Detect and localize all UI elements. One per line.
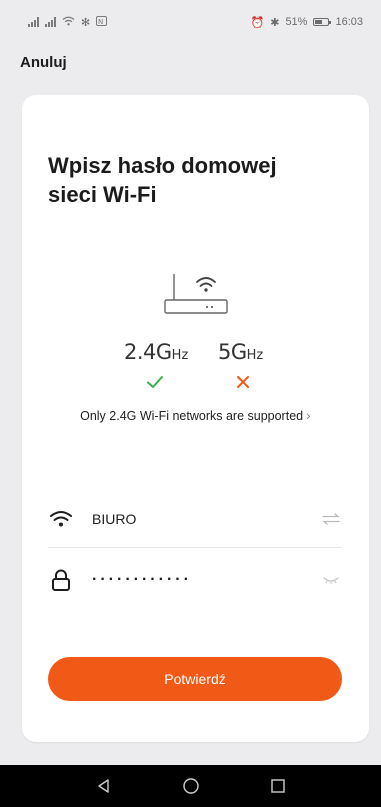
signal-icon [45,17,56,27]
check-icon [146,373,164,391]
lock-icon [48,567,74,593]
home-icon[interactable] [179,774,203,798]
clock: 16:03 [335,16,363,28]
switch-network-icon[interactable] [320,511,342,527]
navigation-bar [0,765,381,807]
band-2-4-value: 2.4G [124,340,172,364]
supported-networks-text: Only 2.4G Wi-Fi networks are supported [80,409,304,423]
status-bar: ✻ N ⏰ ✱ 51% 16:03 [0,0,381,44]
router-icon [161,270,231,318]
band-5-value: 5G [218,340,247,364]
battery-percent: 51% [285,16,308,28]
bluetooth-icon: ✱ [270,15,280,29]
ssid-input[interactable] [92,511,320,527]
band-2-4-unit: Hz [171,348,189,363]
ssid-field [48,491,342,548]
battery-icon [313,18,332,26]
alarm-icon: ⏰ [250,15,265,29]
wifi-icon [62,16,75,29]
status-left: ✻ N [28,15,108,29]
recents-icon[interactable] [266,774,290,798]
page-title: Wpisz hasło domowej sieci Wi-Fi [48,153,277,207]
status-right: ⏰ ✱ 51% 16:03 [251,16,363,29]
signal-icon [28,17,39,27]
nfc-icon: ✻ [81,15,91,29]
password-input[interactable] [92,571,320,589]
wifi-password-card: Wpisz hasło domowej sieci Wi-Fi 2.4GHz 5… [22,95,369,742]
cross-icon [234,373,252,391]
chevron-right-icon: › [306,409,311,423]
back-icon[interactable] [92,774,116,798]
screen: ✻ N ⏰ ✱ 51% 16:03 Anuluj Wpisz hasło dom… [0,0,381,807]
svg-text:N: N [98,18,103,26]
password-field [48,552,342,608]
eye-hidden-icon[interactable] [320,572,342,588]
wifi-icon [48,506,74,532]
band-5ghz-label: 5GHz [218,340,263,364]
band-5-unit: Hz [246,348,264,363]
band-2-4ghz-label: 2.4GHz [124,340,188,364]
nfc-card-icon: N [96,15,108,29]
cancel-button[interactable]: Anuluj [20,54,67,71]
confirm-button[interactable]: Potwierdź [48,657,342,701]
supported-networks-link[interactable]: Only 2.4G Wi-Fi networks are supported › [22,409,369,423]
